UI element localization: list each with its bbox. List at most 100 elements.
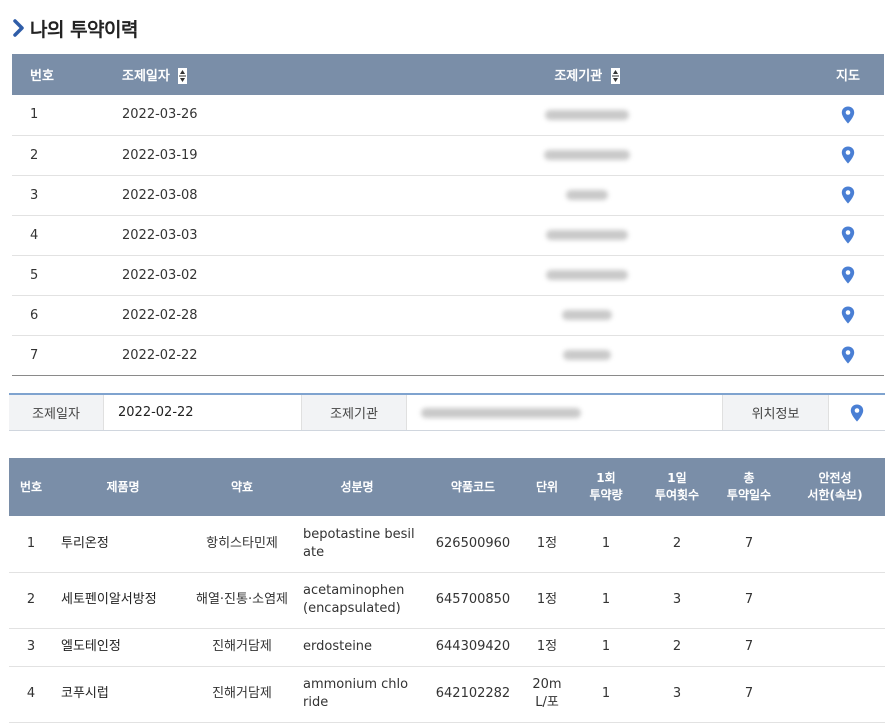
row-number: 5 — [12, 255, 122, 296]
drug-col-safety: 안전성 서한(속보) — [785, 458, 885, 516]
drug-ingredient-l1: acetaminophen — [303, 583, 405, 598]
row-map — [812, 295, 884, 336]
drug-code: 626500960 — [423, 516, 523, 573]
drug-ingredient-l2: ate — [303, 544, 325, 560]
drug-col-ingredient: 성분명 — [291, 458, 423, 516]
row-institution — [362, 95, 812, 136]
redacted-text — [421, 407, 581, 418]
col-header-map: 지도 — [812, 54, 884, 95]
row-date: 2022-03-08 — [122, 175, 362, 216]
drug-unit-l1: 1정 — [536, 639, 558, 654]
redacted-text — [544, 150, 630, 160]
drug-safety — [785, 572, 885, 629]
table-row: 4 코푸시럽 진해거담제 ammonium chlo ride 642102282 20m L… — [9, 666, 885, 723]
drug-col-name: 제품명 — [53, 458, 193, 516]
map-pin-icon[interactable] — [841, 106, 855, 124]
drug-col-dose-l2: 투약량 — [589, 488, 623, 502]
sort-icon[interactable] — [610, 68, 620, 85]
drug-freq: 3 — [641, 572, 713, 629]
col-header-institution-label: 조제기관 — [554, 68, 603, 84]
row-map — [812, 175, 884, 216]
drug-code: 645700850 — [423, 572, 523, 629]
drug-name: 투리온정 — [53, 516, 193, 573]
drug-ingredient: erdosteine — [291, 628, 423, 667]
drug-no: 2 — [9, 572, 53, 629]
drug-unit: 1정 — [523, 516, 571, 573]
table-row: 2 세토펜이알서방정 해열·진통·소염제 acetaminophen (encapsul… — [9, 572, 885, 629]
drug-col-effect: 약효 — [193, 458, 291, 516]
map-pin-icon[interactable] — [841, 186, 855, 204]
drug-col-code: 약품코드 — [423, 458, 523, 516]
row-date: 2022-03-26 — [122, 95, 362, 136]
sort-icon[interactable] — [178, 68, 188, 85]
row-number: 2 — [12, 135, 122, 176]
drug-col-no: 번호 — [9, 458, 53, 516]
drug-safety — [785, 628, 885, 667]
drug-unit-l1: 1정 — [536, 535, 558, 551]
table-row[interactable]: 4 2022-03-03 — [12, 215, 884, 256]
table-row: 1 투리온정 항히스타민제 bepotastine besil ate 626500960… — [9, 516, 885, 573]
col-header-date[interactable]: 조제일자 — [122, 54, 362, 95]
table-row[interactable]: 5 2022-03-02 — [12, 255, 884, 296]
redacted-text — [563, 350, 611, 360]
drug-col-freq-l1: 1일 — [667, 471, 687, 485]
row-date: 2022-03-19 — [122, 135, 362, 176]
drug-name: 엘도테인정 — [53, 628, 193, 667]
drug-col-days-l1: 총 — [743, 471, 755, 485]
drug-freq: 3 — [641, 666, 713, 723]
redacted-text — [562, 310, 612, 320]
drug-unit-l2: L/포 — [535, 695, 559, 710]
table-row[interactable]: 7 2022-02-22 — [12, 335, 884, 376]
map-pin-icon[interactable] — [841, 226, 855, 244]
drug-name: 코푸시럽 — [53, 666, 193, 723]
table-row[interactable]: 6 2022-02-28 — [12, 295, 884, 336]
drug-days: 7 — [713, 572, 785, 629]
row-date: 2022-03-03 — [122, 215, 362, 256]
row-institution — [362, 335, 812, 376]
detail-institution-label: 조제기관 — [302, 395, 407, 430]
drug-unit: 1정 — [523, 628, 571, 667]
history-body: 1 2022-03-26 2 2022-03-19 3 2022-03-08 4 2022-0… — [12, 95, 884, 376]
row-date: 2022-02-22 — [122, 335, 362, 376]
map-pin-icon[interactable] — [841, 146, 855, 164]
drug-days: 7 — [713, 666, 785, 723]
row-number: 7 — [12, 335, 122, 376]
map-pin-icon[interactable] — [850, 404, 864, 422]
row-number: 6 — [12, 295, 122, 336]
map-pin-icon[interactable] — [841, 306, 855, 324]
drug-ingredient: ammonium chlo ride — [291, 666, 423, 723]
drug-dose: 1 — [571, 666, 641, 723]
history-header-row: 번호 조제일자 조제기관 지도 — [12, 54, 884, 95]
drug-col-days: 총 투약일수 — [713, 458, 785, 516]
drug-unit: 1정 — [523, 572, 571, 629]
row-map — [812, 135, 884, 176]
row-institution — [362, 135, 812, 176]
row-date: 2022-03-02 — [122, 255, 362, 296]
table-row[interactable]: 1 2022-03-26 — [12, 95, 884, 136]
col-header-institution[interactable]: 조제기관 — [362, 54, 812, 95]
drug-ingredient-l1: bepotastine besil — [303, 526, 415, 542]
drug-days: 7 — [713, 516, 785, 573]
redacted-text — [546, 230, 628, 240]
drug-ingredient: bepotastine besil ate — [291, 516, 423, 573]
drug-effect: 항히스타민제 — [193, 516, 291, 573]
history-table: 번호 조제일자 조제기관 지도 1 2022-03-26 2 2022-03-19 3 2… — [12, 54, 884, 376]
page-title: 나의 투약이력 — [30, 18, 139, 41]
table-row[interactable]: 3 2022-03-08 — [12, 175, 884, 216]
drug-name: 세토펜이알서방정 — [53, 572, 193, 629]
detail-date-value: 2022-02-22 — [104, 395, 302, 430]
drug-freq: 2 — [641, 516, 713, 573]
drug-header-row: 번호 제품명 약효 성분명 약품코드 단위 1회 투약량 1일 투여횟수 총 투약일수… — [9, 458, 885, 516]
table-row[interactable]: 2 2022-03-19 — [12, 135, 884, 176]
map-pin-icon[interactable] — [841, 346, 855, 364]
drug-dose: 1 — [571, 628, 641, 667]
drug-ingredient: acetaminophen (encapsulated) — [291, 572, 423, 629]
detail-date-label: 조제일자 — [9, 395, 104, 430]
detail-institution-value — [407, 395, 723, 430]
map-pin-icon[interactable] — [841, 266, 855, 284]
drug-dose: 1 — [571, 572, 641, 629]
drug-effect: 진해거담제 — [193, 666, 291, 723]
chevron-right-icon — [13, 19, 24, 37]
row-number: 1 — [12, 95, 122, 136]
row-number: 3 — [12, 175, 122, 216]
